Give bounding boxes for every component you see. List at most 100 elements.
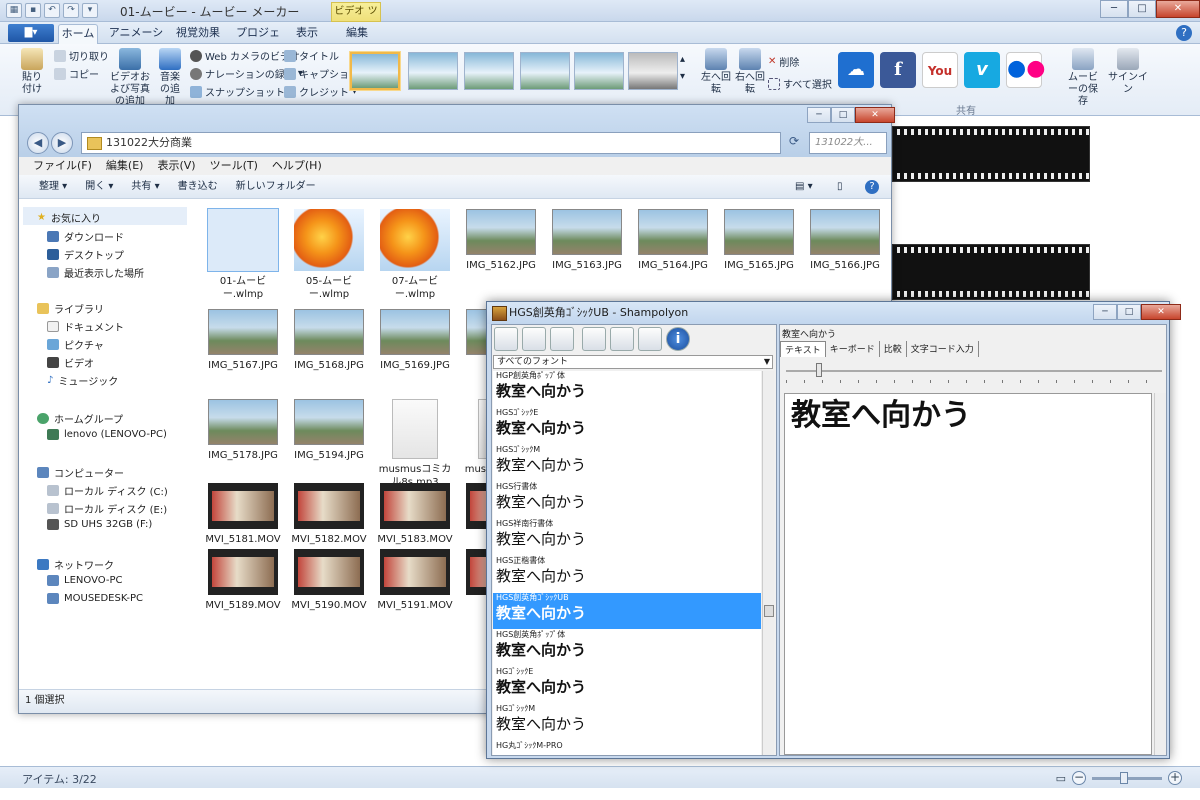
file-item[interactable]: 01-ムービー.wlmp: [203, 208, 283, 301]
autotheme-4[interactable]: [520, 52, 570, 90]
credit-button[interactable]: クレジット ▾: [284, 84, 357, 99]
maximize-button[interactable]: □: [831, 107, 855, 123]
font-list-item[interactable]: HGSｺﾞｼｯｸM 教室へ向かう: [493, 445, 761, 481]
save-movie-button[interactable]: ムービーの保存: [1064, 48, 1102, 108]
nav-network-lenovo[interactable]: LENOVO-PC: [47, 575, 123, 586]
storyboard-clip[interactable]: [892, 244, 1090, 300]
app-icon[interactable]: ▦: [6, 3, 22, 18]
minimize-button[interactable]: ─: [1100, 0, 1128, 18]
nav-favorites[interactable]: ★ お気に入り: [37, 210, 101, 225]
font-list-item[interactable]: HGS創英角ｺﾞｼｯｸUB 教室へ向かう: [493, 593, 761, 629]
nav-videos[interactable]: ビデオ: [47, 355, 94, 370]
facebook-share-icon[interactable]: f: [880, 52, 916, 88]
file-menu-button[interactable]: ▇▾: [8, 24, 54, 42]
nav-drive-f[interactable]: SD UHS 32GB (F:): [47, 519, 152, 530]
file-item[interactable]: IMG_5163.JPG: [547, 209, 627, 272]
file-item[interactable]: IMG_5164.JPG: [633, 209, 713, 272]
qat-dropdown-icon[interactable]: ▾: [82, 3, 98, 18]
close-button[interactable]: ✕: [855, 107, 895, 123]
menu-file[interactable]: ファイル(F): [33, 157, 92, 175]
new-folder-button[interactable]: 新しいフォルダー: [236, 175, 316, 198]
nav-downloads[interactable]: ダウンロード: [47, 229, 124, 244]
search-input[interactable]: 131022大...: [809, 132, 887, 154]
address-bar[interactable]: 131022大分商業: [81, 132, 781, 154]
nav-pictures[interactable]: ピクチャ: [47, 337, 104, 352]
rotate-right-button[interactable]: 右へ回転: [734, 48, 766, 96]
file-item[interactable]: IMG_5165.JPG: [719, 209, 799, 272]
zoom-out-button[interactable]: −: [1072, 771, 1086, 785]
caption-button[interactable]: キャプション: [284, 66, 359, 81]
file-item[interactable]: IMG_5178.JPG: [203, 399, 283, 462]
nav-computer[interactable]: コンピューター: [37, 465, 124, 480]
file-item[interactable]: musmusコミカル8s.mp3: [375, 399, 455, 489]
font-list-item[interactable]: HGSｺﾞｼｯｸE 教室へ向かう: [493, 408, 761, 444]
nav-drive-e[interactable]: ローカル ディスク (E:): [47, 501, 167, 516]
preview-scrollbar[interactable]: [1154, 393, 1166, 755]
font-filter-select[interactable]: すべてのフォント ▼: [493, 355, 773, 369]
nav-network[interactable]: ネットワーク: [37, 557, 114, 572]
font-list-item[interactable]: HGP創英角ﾎﾟｯﾌﾟ体 教室へ向かう: [493, 371, 761, 407]
help-icon[interactable]: ?: [865, 180, 879, 194]
preview-pane-icon[interactable]: ▯: [837, 175, 843, 199]
rotate-left-button[interactable]: 左へ回転: [700, 48, 732, 96]
flickr-share-icon[interactable]: ●●: [1006, 52, 1045, 88]
autotheme-3[interactable]: [464, 52, 514, 90]
file-item[interactable]: IMG_5167.JPG: [203, 309, 283, 372]
title-button[interactable]: タイトル: [284, 48, 339, 63]
sign-in-button[interactable]: サインイン: [1108, 48, 1148, 96]
info-icon[interactable]: i: [666, 327, 690, 351]
sample-text-field[interactable]: 教室へ向かう: [782, 327, 836, 340]
nav-documents[interactable]: ドキュメント: [47, 319, 124, 334]
tab-text[interactable]: テキスト: [780, 341, 826, 357]
file-item[interactable]: IMG_5169.JPG: [375, 309, 455, 372]
font-list-item[interactable]: HGS創英角ﾎﾟｯﾌﾟ体 教室へ向かう: [493, 630, 761, 666]
menu-edit[interactable]: 編集(E): [106, 157, 144, 175]
nav-music[interactable]: ♪ ミュージック: [47, 373, 118, 388]
tab-animation[interactable]: アニメーション: [106, 24, 166, 57]
add-music-button[interactable]: 音楽の追加: [156, 48, 184, 108]
back-button[interactable]: ◀: [27, 132, 49, 154]
tab-charcode-input[interactable]: 文字コード入力: [907, 341, 979, 357]
youtube-share-icon[interactable]: You: [922, 52, 958, 88]
share-button[interactable]: 共有 ▾: [131, 175, 159, 198]
print-preview-icon[interactable]: [610, 327, 634, 351]
file-item[interactable]: IMG_5162.JPG: [461, 209, 541, 272]
tab-home[interactable]: ホーム: [58, 24, 98, 44]
print-icon[interactable]: [582, 327, 606, 351]
file-item[interactable]: MVI_5181.MOV: [203, 483, 283, 546]
save-icon[interactable]: ▪: [25, 3, 41, 18]
maximize-button[interactable]: □: [1117, 304, 1141, 320]
file-item[interactable]: MVI_5182.MOV: [289, 483, 369, 546]
font-size-slider[interactable]: [786, 363, 1162, 385]
snapshot-button[interactable]: スナップショット: [190, 84, 285, 99]
add-video-photo-button[interactable]: ビデオおよび写真の追加: [106, 48, 154, 108]
maximize-button[interactable]: □: [1128, 0, 1156, 18]
cut-button[interactable]: 切り取り: [54, 48, 109, 63]
menu-view[interactable]: 表示(V): [157, 157, 195, 175]
select-all-button[interactable]: すべて選択: [768, 76, 832, 91]
font-list-item[interactable]: HGS正楷書体 教室へ向かう: [493, 556, 761, 592]
print-settings-icon[interactable]: [638, 327, 662, 351]
undo-icon[interactable]: ↶: [44, 3, 60, 18]
aspect-ratio-icon[interactable]: ▭: [1056, 772, 1066, 785]
file-item[interactable]: MVI_5191.MOV: [375, 549, 455, 612]
autotheme-6[interactable]: [628, 52, 678, 90]
preview-text-area[interactable]: 教室へ向かう: [784, 393, 1152, 755]
zoom-slider-thumb[interactable]: [1120, 771, 1128, 784]
tab-view[interactable]: 表示: [292, 24, 322, 44]
file-item[interactable]: MVI_5183.MOV: [375, 483, 455, 546]
nav-homegroup-lenovo[interactable]: lenovo (LENOVO-PC): [47, 429, 167, 440]
minimize-button[interactable]: ─: [807, 107, 831, 123]
autotheme-5[interactable]: [574, 52, 624, 90]
font-size-slider-thumb[interactable]: [816, 363, 822, 377]
font-list-item[interactable]: HG丸ｺﾞｼｯｸM-PRO: [493, 741, 761, 755]
theme-gallery-scroll[interactable]: ▴ ▾: [680, 54, 685, 82]
vimeo-share-icon[interactable]: v: [964, 52, 1000, 88]
organize-button[interactable]: 整理 ▾: [39, 175, 67, 198]
font-folder-icon[interactable]: [494, 327, 518, 351]
autotheme-2[interactable]: [408, 52, 458, 90]
tab-project[interactable]: プロジェクト: [232, 24, 284, 57]
tab-edit[interactable]: 編集: [340, 24, 374, 44]
file-item[interactable]: IMG_5194.JPG: [289, 399, 369, 462]
file-item[interactable]: MVI_5189.MOV: [203, 549, 283, 612]
